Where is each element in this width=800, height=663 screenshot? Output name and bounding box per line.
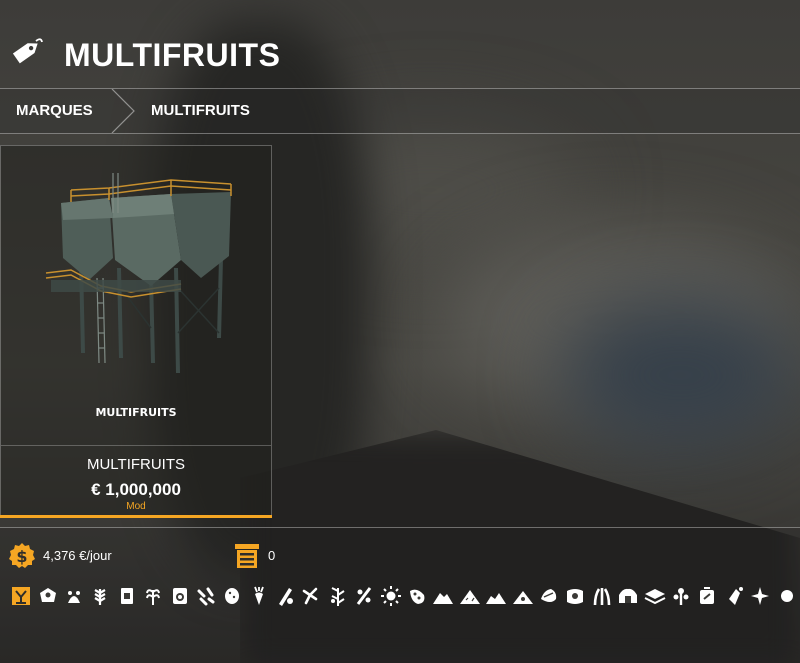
seeds-icon bbox=[615, 582, 641, 610]
canola-icon bbox=[114, 582, 140, 610]
hay-icon bbox=[589, 582, 615, 610]
fertilizer-icon bbox=[747, 582, 773, 610]
barley-icon bbox=[61, 582, 87, 610]
hops-icon bbox=[668, 582, 694, 610]
item-name: MULTIFRUITS bbox=[86, 456, 186, 473]
onion-icon bbox=[721, 582, 747, 610]
silo-storage-icon bbox=[235, 544, 259, 568]
poplar-icon bbox=[404, 582, 430, 610]
cotton-icon bbox=[298, 582, 324, 610]
olive-icon bbox=[377, 582, 403, 610]
chevron-right-icon bbox=[111, 89, 135, 133]
lettuce-icon bbox=[694, 582, 720, 610]
sunflower-seed-icon bbox=[140, 582, 166, 610]
sugarbeet-icon bbox=[246, 582, 272, 610]
income-value: 4,376 €/jour bbox=[43, 548, 112, 563]
page-title: MULTIFRUITS bbox=[64, 37, 281, 73]
item-stats-panel: $ 4,376 €/jour 0 bbox=[0, 527, 800, 663]
breadcrumb-item-brands[interactable]: MARQUES bbox=[16, 89, 93, 133]
item-preview-image bbox=[1, 146, 271, 446]
breadcrumb-item-current: MULTIFRUITS bbox=[151, 102, 250, 119]
tree-sapling-icon bbox=[641, 582, 667, 610]
chaff-icon bbox=[483, 582, 509, 610]
mod-badge: Mod bbox=[126, 501, 146, 512]
sorghum-icon bbox=[325, 582, 351, 610]
potato-icon bbox=[219, 582, 245, 610]
page-header: MULTIFRUITS bbox=[0, 0, 800, 88]
corn-icon bbox=[193, 582, 219, 610]
grass-icon bbox=[536, 582, 562, 610]
straw-icon bbox=[562, 582, 588, 610]
lime-icon bbox=[773, 582, 799, 610]
item-price: € 1,000,000 bbox=[91, 480, 181, 499]
capacity-value: 0 bbox=[268, 548, 276, 563]
soybean-icon bbox=[166, 582, 192, 610]
fill-types-list bbox=[8, 582, 800, 612]
oat-icon bbox=[87, 582, 113, 610]
silage-icon bbox=[509, 582, 535, 610]
beans-icon bbox=[457, 582, 483, 610]
brand-logo-text: MULTIFRUITS bbox=[95, 406, 177, 419]
breadcrumb: MARQUES MULTIFRUITS bbox=[0, 88, 800, 134]
svg-text:$: $ bbox=[16, 547, 27, 566]
grape-icon bbox=[351, 582, 377, 610]
silo-structure-image bbox=[45, 173, 232, 374]
wheat-grain-icon bbox=[34, 582, 60, 610]
sunflower-icon bbox=[430, 582, 456, 610]
selection-indicator bbox=[0, 515, 272, 518]
card-divider bbox=[1, 445, 271, 446]
selected-fill-icon bbox=[8, 582, 34, 610]
money-icon: $ bbox=[9, 543, 35, 568]
store-item-card[interactable]: MULTIFRUITS MULTIFRUITS € 1,000,000 Mod bbox=[0, 145, 272, 518]
price-tag-icon bbox=[12, 38, 43, 64]
sugarcane-icon bbox=[272, 582, 298, 610]
